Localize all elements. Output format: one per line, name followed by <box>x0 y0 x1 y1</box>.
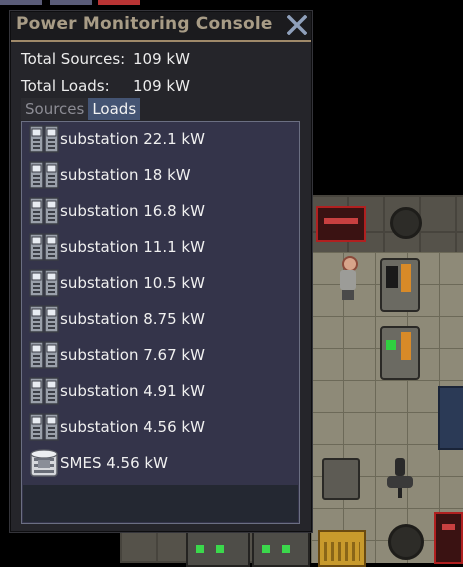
list-empty-area <box>23 485 298 522</box>
total-sources-value: 109 kW <box>133 50 190 68</box>
total-sources-label: Total Sources: <box>21 50 126 68</box>
floor-grate <box>322 458 360 500</box>
load-list-item[interactable]: substation 16.8 kW <box>28 195 205 227</box>
window-titlebar[interactable]: Power Monitoring Console <box>11 12 311 42</box>
office-chair <box>387 458 413 498</box>
load-label: substation 4.56 kW <box>60 418 205 436</box>
player-character <box>336 256 360 302</box>
total-loads-value: 109 kW <box>133 77 190 95</box>
close-button[interactable] <box>285 13 309 37</box>
load-label: substation 11.1 kW <box>60 238 205 256</box>
substation-icon <box>28 231 59 263</box>
floor-vent <box>388 524 424 560</box>
computer-console <box>380 258 420 312</box>
tab-loads[interactable]: Loads <box>88 98 141 120</box>
total-loads-row: Total Loads: 109 kW <box>21 77 190 95</box>
load-label: substation 10.5 kW <box>60 274 205 292</box>
load-list-item[interactable]: SMES 4.56 kW <box>28 447 168 479</box>
total-loads-label: Total Loads: <box>21 77 110 95</box>
smes-machine <box>252 531 310 567</box>
load-label: substation 4.91 kW <box>60 382 205 400</box>
load-list-item[interactable]: substation 4.91 kW <box>28 375 205 407</box>
hud-tab <box>98 0 140 5</box>
substation-icon <box>28 303 59 335</box>
load-label: SMES 4.56 kW <box>60 454 168 472</box>
total-sources-row: Total Sources: 109 kW <box>21 50 190 68</box>
computer-console <box>380 326 420 380</box>
load-list-item[interactable]: substation 8.75 kW <box>28 303 205 335</box>
load-label: substation 16.8 kW <box>60 202 205 220</box>
wall-screen <box>316 206 366 242</box>
loads-list[interactable]: substation 22.1 kW substation 18 kW substa… <box>21 121 300 524</box>
smes-machine <box>186 531 250 567</box>
close-icon <box>287 15 307 35</box>
load-list-item[interactable]: substation 7.67 kW <box>28 339 205 371</box>
load-label: substation 22.1 kW <box>60 130 205 148</box>
wall-panel <box>438 386 463 450</box>
load-list-item[interactable]: substation 4.56 kW <box>28 411 205 443</box>
hud-tab <box>0 0 42 5</box>
load-label: substation 8.75 kW <box>60 310 205 328</box>
hud-tab <box>50 0 92 5</box>
window-title: Power Monitoring Console <box>16 14 273 34</box>
substation-icon <box>28 375 59 407</box>
supply-crate <box>318 530 366 567</box>
substation-icon <box>28 339 59 371</box>
substation-icon <box>28 195 59 227</box>
floor-vent <box>390 207 422 239</box>
load-label: substation 18 kW <box>60 166 191 184</box>
tab-bar: Sources Loads <box>21 98 141 120</box>
load-list-item[interactable]: substation 10.5 kW <box>28 267 205 299</box>
load-list-item[interactable]: substation 11.1 kW <box>28 231 205 263</box>
substation-icon <box>28 159 59 191</box>
load-list-item[interactable]: substation 18 kW <box>28 159 191 191</box>
tab-sources[interactable]: Sources <box>21 98 89 120</box>
power-monitoring-window: Power Monitoring Console Total Sources: … <box>10 11 312 532</box>
wall-screen <box>434 512 463 564</box>
load-label: substation 7.67 kW <box>60 346 205 364</box>
substation-icon <box>28 123 59 155</box>
substation-icon <box>28 411 59 443</box>
load-list-item[interactable]: substation 22.1 kW <box>28 123 205 155</box>
substation-icon <box>28 267 59 299</box>
smes-icon <box>28 447 59 479</box>
